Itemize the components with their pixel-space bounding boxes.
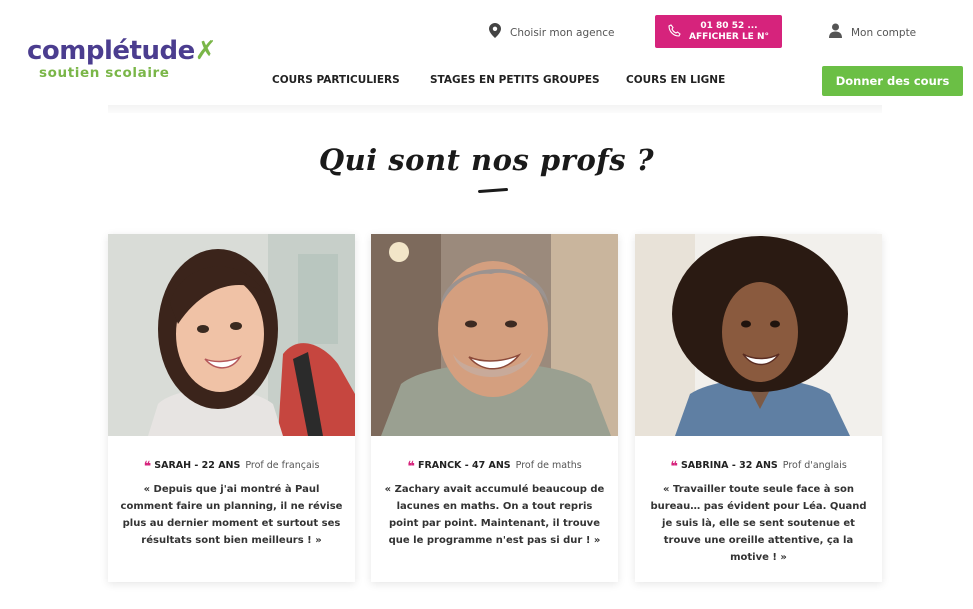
quote-icon: ❛❛ [670, 459, 678, 475]
teacher-role: Prof de maths [515, 459, 582, 471]
quote-icon: ❛❛ [143, 459, 152, 475]
section-title: Qui sont nos profs ? [318, 143, 655, 177]
give-courses-button[interactable]: Donner des cours [822, 66, 963, 96]
header-divider [108, 105, 882, 113]
quote-icon: ❛❛ [407, 459, 415, 475]
choose-agency-link[interactable]: Choisir mon agence [489, 23, 614, 42]
teacher-photo [108, 234, 355, 436]
teacher-quote: « Zachary avait accumulé beaucoup de lac… [384, 484, 605, 546]
teacher-quote: « Depuis que j'ai montré à Paul comment … [120, 484, 343, 546]
phone-cta: AFFICHER LE N° [688, 31, 769, 42]
logo-tagline: soutien scolaire [39, 65, 170, 81]
user-icon [829, 23, 842, 42]
teacher-photo [371, 234, 618, 436]
nav-item-cours-particuliers[interactable]: COURS PARTICULIERS [272, 74, 400, 86]
teacher-card: ❛❛ SARAH - 22 ANS Prof de français « Dep… [108, 234, 355, 582]
brand-logo[interactable]: complétude✗ soutien scolaire [27, 36, 217, 86]
phone-icon [668, 22, 681, 41]
teacher-quote: « Travailler toute seule face à son bure… [650, 484, 867, 563]
phone-number: 01 80 52 ... [700, 20, 758, 31]
teacher-role: Prof de français [245, 459, 320, 471]
location-pin-icon [489, 23, 501, 42]
account-label: Mon compte [851, 26, 917, 39]
teacher-photo [635, 234, 882, 436]
logo-wordmark: complétude✗ [27, 36, 217, 66]
teacher-name: FRANCK - 47 ANS [417, 459, 511, 471]
teacher-name: SARAH - 22 ANS [154, 459, 241, 471]
teacher-meta: ❛❛ FRANCK - 47 ANS Prof de maths [371, 458, 618, 475]
agency-label: Choisir mon agence [510, 26, 615, 39]
show-phone-button[interactable]: 01 80 52 ... AFFICHER LE N° [655, 15, 782, 48]
nav-item-cours-en-ligne[interactable]: COURS EN LIGNE [626, 74, 725, 86]
teacher-card: ❛❛ SABRINA - 32 ANS Prof d'anglais « Tra… [635, 234, 882, 582]
logo-figure-icon: ✗ [194, 36, 217, 66]
title-underline [477, 187, 509, 194]
account-link[interactable]: Mon compte [829, 23, 916, 42]
teacher-meta: ❛❛ SARAH - 22 ANS Prof de français [108, 458, 355, 475]
nav-item-stages[interactable]: STAGES EN PETITS GROUPES [430, 74, 600, 86]
teacher-meta: ❛❛ SABRINA - 32 ANS Prof d'anglais [635, 458, 882, 475]
teacher-role: Prof d'anglais [782, 459, 847, 471]
teacher-card: ❛❛ FRANCK - 47 ANS Prof de maths « Zacha… [371, 234, 618, 582]
teacher-name: SABRINA - 32 ANS [680, 459, 778, 471]
